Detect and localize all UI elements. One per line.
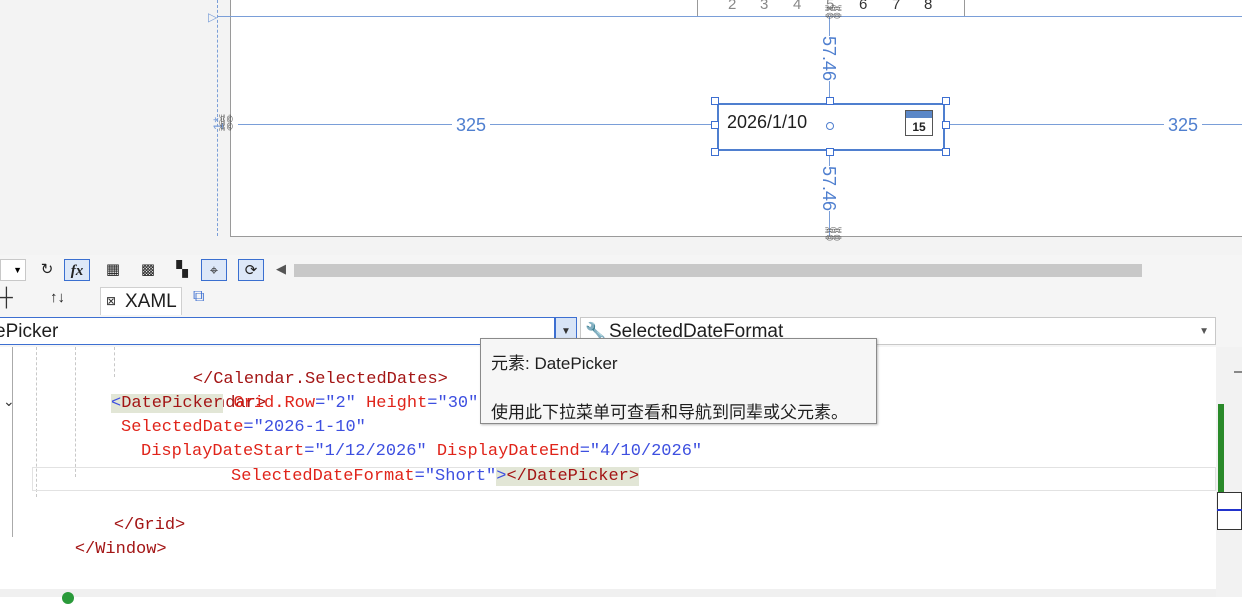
caret-marker [1217, 509, 1242, 511]
xml-equals: = [243, 418, 254, 437]
artboard-background-icon[interactable]: ▚ [169, 259, 195, 281]
resize-handle-n[interactable] [826, 97, 834, 105]
calendar-icon-day: 15 [912, 120, 926, 134]
status-ok-icon [62, 592, 74, 604]
tab-xaml-label: XAML [125, 291, 177, 312]
split-pane-icon[interactable]: ┼ [0, 287, 13, 308]
xml-bracket: < [111, 394, 122, 413]
xml-attribute: SelectedDateFormat [231, 467, 415, 486]
code-line-4: SelectedDate="2026-1-10" [121, 416, 366, 440]
tab-xaml[interactable]: ⊠ XAML [100, 287, 182, 315]
xml-attribute: Height [355, 394, 428, 413]
refresh-icon[interactable]: ↻ [34, 259, 60, 281]
snap-lines-icon[interactable]: ⌖ [201, 259, 227, 281]
xml-bracket: > [496, 467, 507, 486]
swap-panes-button[interactable]: ↑↓ [50, 289, 65, 306]
margin-top-value: 57.46 [819, 36, 839, 82]
xml-close-tag: </Window> [74, 540, 167, 559]
xaml-icon: ⊠ [106, 294, 117, 308]
outline-bar [12, 347, 13, 537]
collapse-chevron-icon[interactable]: ⌄ [3, 393, 15, 410]
xml-equals: = [315, 394, 326, 413]
xml-value: "Short" [424, 467, 497, 486]
xml-attribute: Grid.Row [223, 394, 316, 413]
member-combo-dropdown-icon[interactable]: ▼ [1199, 318, 1209, 346]
xml-value: "2" [325, 394, 356, 413]
xml-close-tag: </DatePicker> [506, 467, 640, 486]
datepicker-text: 2026/1/10 [727, 112, 808, 132]
horizontal-scrollbar-thumb[interactable] [294, 264, 1142, 277]
calendar-icon-header [906, 111, 932, 118]
xml-equals: = [427, 394, 438, 413]
margin-bottom-value: 57.46 [819, 166, 839, 212]
designer-surface[interactable]: ▷ 1* 2 3 4 5 6 7 8 325 325 ⛓ 57.46 57.46… [0, 0, 1242, 255]
xml-value: "1/12/2026" [314, 442, 427, 461]
xml-value: "30" [437, 394, 479, 413]
snap-grid-icon[interactable]: ▩ [135, 259, 161, 281]
calendar-day: 8 [924, 0, 933, 13]
calendar-day: 2 [728, 0, 737, 13]
designer-toolbar: ▼ ↻ fx ▦ ▩ ▚ ⌖ ⟳ ◀ [0, 255, 1242, 285]
tooltip-title: 元素: DatePicker [491, 354, 618, 373]
code-line-6: SelectedDateFormat="Short"></DatePicker> [231, 465, 640, 489]
calendar-icon[interactable]: 15 [905, 110, 933, 136]
calendar-day: 3 [760, 0, 769, 13]
link-icon[interactable]: ⛓ [824, 224, 841, 244]
xml-attribute: SelectedDate [121, 418, 244, 437]
datepicker-control[interactable]: 2026/1/10 15 [717, 103, 945, 151]
xml-equals: = [414, 467, 425, 486]
view-tab-row: ┼ ↑↓ ⊠ XAML ⧉ [0, 285, 1242, 315]
xml-value: "4/10/2026" [589, 442, 703, 461]
popout-icon[interactable]: ⧉ [193, 288, 204, 306]
link-icon[interactable]: ⛓ [824, 2, 841, 22]
grid-icon[interactable]: ▦ [100, 259, 126, 281]
code-line-8: </Window> [34, 514, 167, 586]
xml-tag-name: DatePicker [121, 394, 224, 413]
resize-handle-w[interactable] [711, 121, 719, 129]
row-marker-arrow-icon[interactable]: ▷ [208, 10, 217, 24]
margin-left-value: 325 [452, 115, 491, 135]
indent-guide [75, 347, 76, 477]
xml-equals: = [304, 442, 315, 461]
resize-handle-se[interactable] [942, 148, 950, 156]
element-tooltip: 元素: DatePicker 使用此下拉菜单可查看和导航到同辈或父元素。 [480, 338, 877, 424]
xml-attribute: DisplayDateEnd [426, 442, 580, 461]
code-line-3: <DatePicker Grid.Row="2" Height="30" [111, 392, 478, 416]
code-line-5: DisplayDateStart="1/12/2026" DisplayDate… [141, 440, 702, 464]
resize-handle-nw[interactable] [711, 97, 719, 105]
center-handle[interactable] [826, 122, 834, 130]
overview-thumb[interactable] [1217, 492, 1242, 530]
element-navigation-combo[interactable]: ePicker [0, 317, 555, 345]
element-combo-value: ePicker [0, 321, 59, 342]
resize-handle-s[interactable] [826, 148, 834, 156]
scrollbar-overview[interactable] [1216, 347, 1242, 597]
calendar-day: 6 [859, 0, 868, 13]
status-bar [0, 589, 1216, 604]
grid-row-line [218, 16, 1242, 17]
calendar-day: 7 [892, 0, 901, 13]
resize-handle-ne[interactable] [942, 97, 950, 105]
xml-equals: = [579, 442, 590, 461]
link-icon[interactable]: ⛓ [216, 116, 236, 132]
effects-button[interactable]: fx [64, 259, 90, 281]
project-code-icon[interactable]: ⟳ [238, 259, 264, 281]
tooltip-description: 使用此下拉菜单可查看和导航到同辈或父元素。 [491, 403, 848, 422]
margin-right-value: 325 [1164, 115, 1203, 135]
zoom-combo[interactable]: ▼ [0, 259, 26, 281]
resize-handle-sw[interactable] [711, 148, 719, 156]
scroll-left-icon[interactable]: ◀ [276, 261, 286, 277]
xml-value: "2026-1-10" [253, 418, 366, 437]
resize-handle-e[interactable] [942, 121, 950, 129]
calendar-day: 4 [793, 0, 802, 13]
xml-attribute: DisplayDateStart [141, 442, 305, 461]
overview-marker [1234, 371, 1242, 373]
